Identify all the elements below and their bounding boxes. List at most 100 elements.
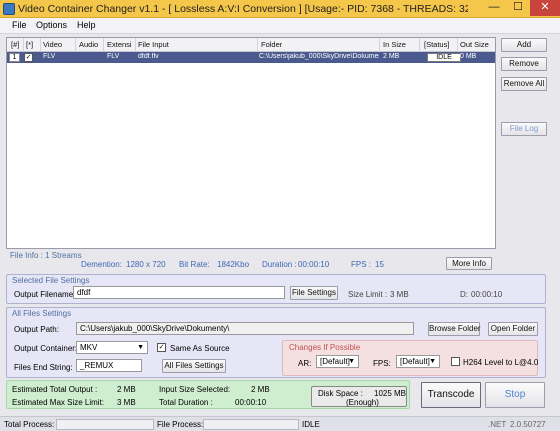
col-in-size[interactable]: In Size [383,40,406,49]
app-icon [3,3,15,15]
bitrate-label: Bit Rate: [179,260,210,269]
duration-value: 00:00:10 [298,260,330,269]
file-settings-button[interactable]: File Settings [290,286,338,300]
selected-file-title: Selected File Settings [12,276,90,285]
file-log-button[interactable]: File Log [501,122,547,136]
cell-folder: C:\Users\jakub_000\SkyDrive\Dokumenty\ [259,53,379,60]
menu-options[interactable]: Options [36,20,67,30]
fps-label: FPS : [351,260,372,269]
size-limit-value: 3 MB [390,290,409,299]
disk-space-label: Disk Space : [318,389,363,398]
output-path-label: Output Path: [14,325,59,334]
cell-file: dfdf.flv [138,53,159,60]
maximize-button[interactable]: ☐ [506,0,530,16]
chevron-down-icon: ▼ [348,358,355,365]
duration-d-value: 00:00:10 [471,290,503,299]
net-version: 2.0.50727 [510,420,546,429]
menu-file[interactable]: File [12,20,27,30]
duration-d-label: D: [460,290,468,299]
estimate-panel: Estimated Total Output : 2 MB Estimated … [6,380,410,409]
remove-all-button[interactable]: Remove All [501,77,547,91]
output-container-value: MKV [80,343,98,352]
col-folder[interactable]: Folder [261,40,282,49]
row-number: 1 [9,53,20,62]
same-as-source-label: Same As Source [170,344,230,353]
col-audio[interactable]: Audio [79,40,98,49]
menu-help[interactable]: Help [77,20,96,30]
window-title: Video Container Changer v1.1 - [ Lossles… [18,3,468,15]
transcode-button[interactable]: Transcode [421,382,481,408]
minimize-button[interactable]: — [482,0,506,16]
same-as-source-checkbox[interactable]: ✓ [157,343,166,352]
output-path-input[interactable]: C:\Users\jakub_000\SkyDrive\Dokumenty\ [76,322,414,335]
total-duration-value: 00:00:10 [235,398,267,407]
all-files-title: All Files Settings [12,309,72,318]
fps-select-label: FPS: [373,359,391,368]
ar-label: AR: [298,359,312,368]
input-size-label: Input Size Selected: [159,385,231,394]
est-total-value: 2 MB [117,385,136,394]
h264-checkbox[interactable] [451,357,460,366]
net-label: .NET [488,420,507,429]
est-max-label: Estimated Max Size Limit: [12,398,105,407]
h264-label: H264 Level to L@4.0 [463,358,539,367]
cell-in-size: 2 MB [383,53,400,60]
dimension-label: Demention: [81,260,122,269]
output-filename-input[interactable]: dfdf [73,286,285,299]
col-ext[interactable]: Extensi [107,40,134,49]
fps-select[interactable]: [Default] ▼ [396,355,440,368]
file-grid[interactable]: [#] [*] Video Audio Extensi File Input F… [6,37,496,249]
files-end-string-input[interactable]: _REMUX [76,359,142,372]
grid-header: [#] [*] Video Audio Extensi File Input F… [7,38,495,52]
size-limit-label: Size Limit : [348,290,388,299]
fps-select-value: [Default] [400,357,430,366]
disk-space-box: Disk Space : 1025 MB (Enough) [311,386,407,407]
file-info-streams: File Info : 1 Streams [10,251,82,260]
ar-select[interactable]: [Default] ▼ [316,355,359,368]
col-check[interactable]: [*] [26,40,33,49]
status-bar: Total Process: File Process: IDLE .NET 2… [0,416,560,431]
dimension-value: 1280 x 720 [126,260,166,269]
fps-value: 15 [375,260,384,269]
table-row[interactable]: 1 ✓ FLV FLV dfdf.flv C:\Users\jakub_000\… [7,52,495,63]
duration-label: Duration : [262,260,297,269]
file-process-label: File Process: [157,420,204,429]
col-status[interactable]: [Status] [424,40,449,49]
est-total-label: Estimated Total Output : [12,385,98,394]
all-files-settings-button[interactable]: All Files Settings [162,359,226,373]
cell-ext: FLV [107,53,120,60]
more-info-button[interactable]: More Info [446,257,492,270]
est-max-value: 3 MB [117,398,136,407]
input-size-value: 2 MB [251,385,270,394]
process-state: IDLE [302,420,320,429]
col-file-input[interactable]: File Input [138,40,169,49]
bitrate-value: 1842Kbo [217,260,250,269]
col-video[interactable]: Video [43,40,62,49]
remove-button[interactable]: Remove [501,57,547,71]
cell-out-size: 0 MB [460,53,477,60]
col-index[interactable]: [#] [11,40,19,49]
open-folder-button[interactable]: Open Folder [488,322,538,336]
add-button[interactable]: Add [501,38,547,52]
total-process-bar [56,419,154,430]
output-container-select[interactable]: MKV ▼ [76,341,148,354]
chevron-down-icon: ▼ [137,344,144,351]
cell-video: FLV [43,53,56,60]
output-filename-label: Output Filename: [14,290,76,299]
menu-bar: File Options Help [0,18,560,34]
browse-folder-button[interactable]: Browse Folder [428,322,481,336]
close-button[interactable]: ✕ [530,0,560,16]
col-out-size[interactable]: Out Size [460,40,489,49]
cell-status: IDLE [427,53,461,62]
changes-title: Changes If Possible [289,343,361,352]
chevron-down-icon: ▼ [429,358,436,365]
files-end-string-label: Files End String: [14,363,73,372]
stop-button[interactable]: Stop [485,382,545,408]
disk-space-value: 1025 MB [374,389,407,398]
ar-value: [Default] [320,357,350,366]
total-process-label: Total Process: [4,420,55,429]
file-process-bar [203,419,299,430]
title-bar: Video Container Changer v1.1 - [ Lossles… [0,0,560,18]
row-checkbox[interactable]: ✓ [24,53,33,62]
total-duration-label: Total Duration : [159,398,213,407]
